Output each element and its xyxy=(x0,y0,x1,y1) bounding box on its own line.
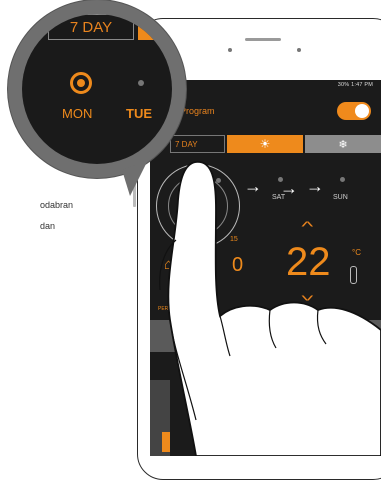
zoom-bubble-pointer xyxy=(122,160,148,196)
